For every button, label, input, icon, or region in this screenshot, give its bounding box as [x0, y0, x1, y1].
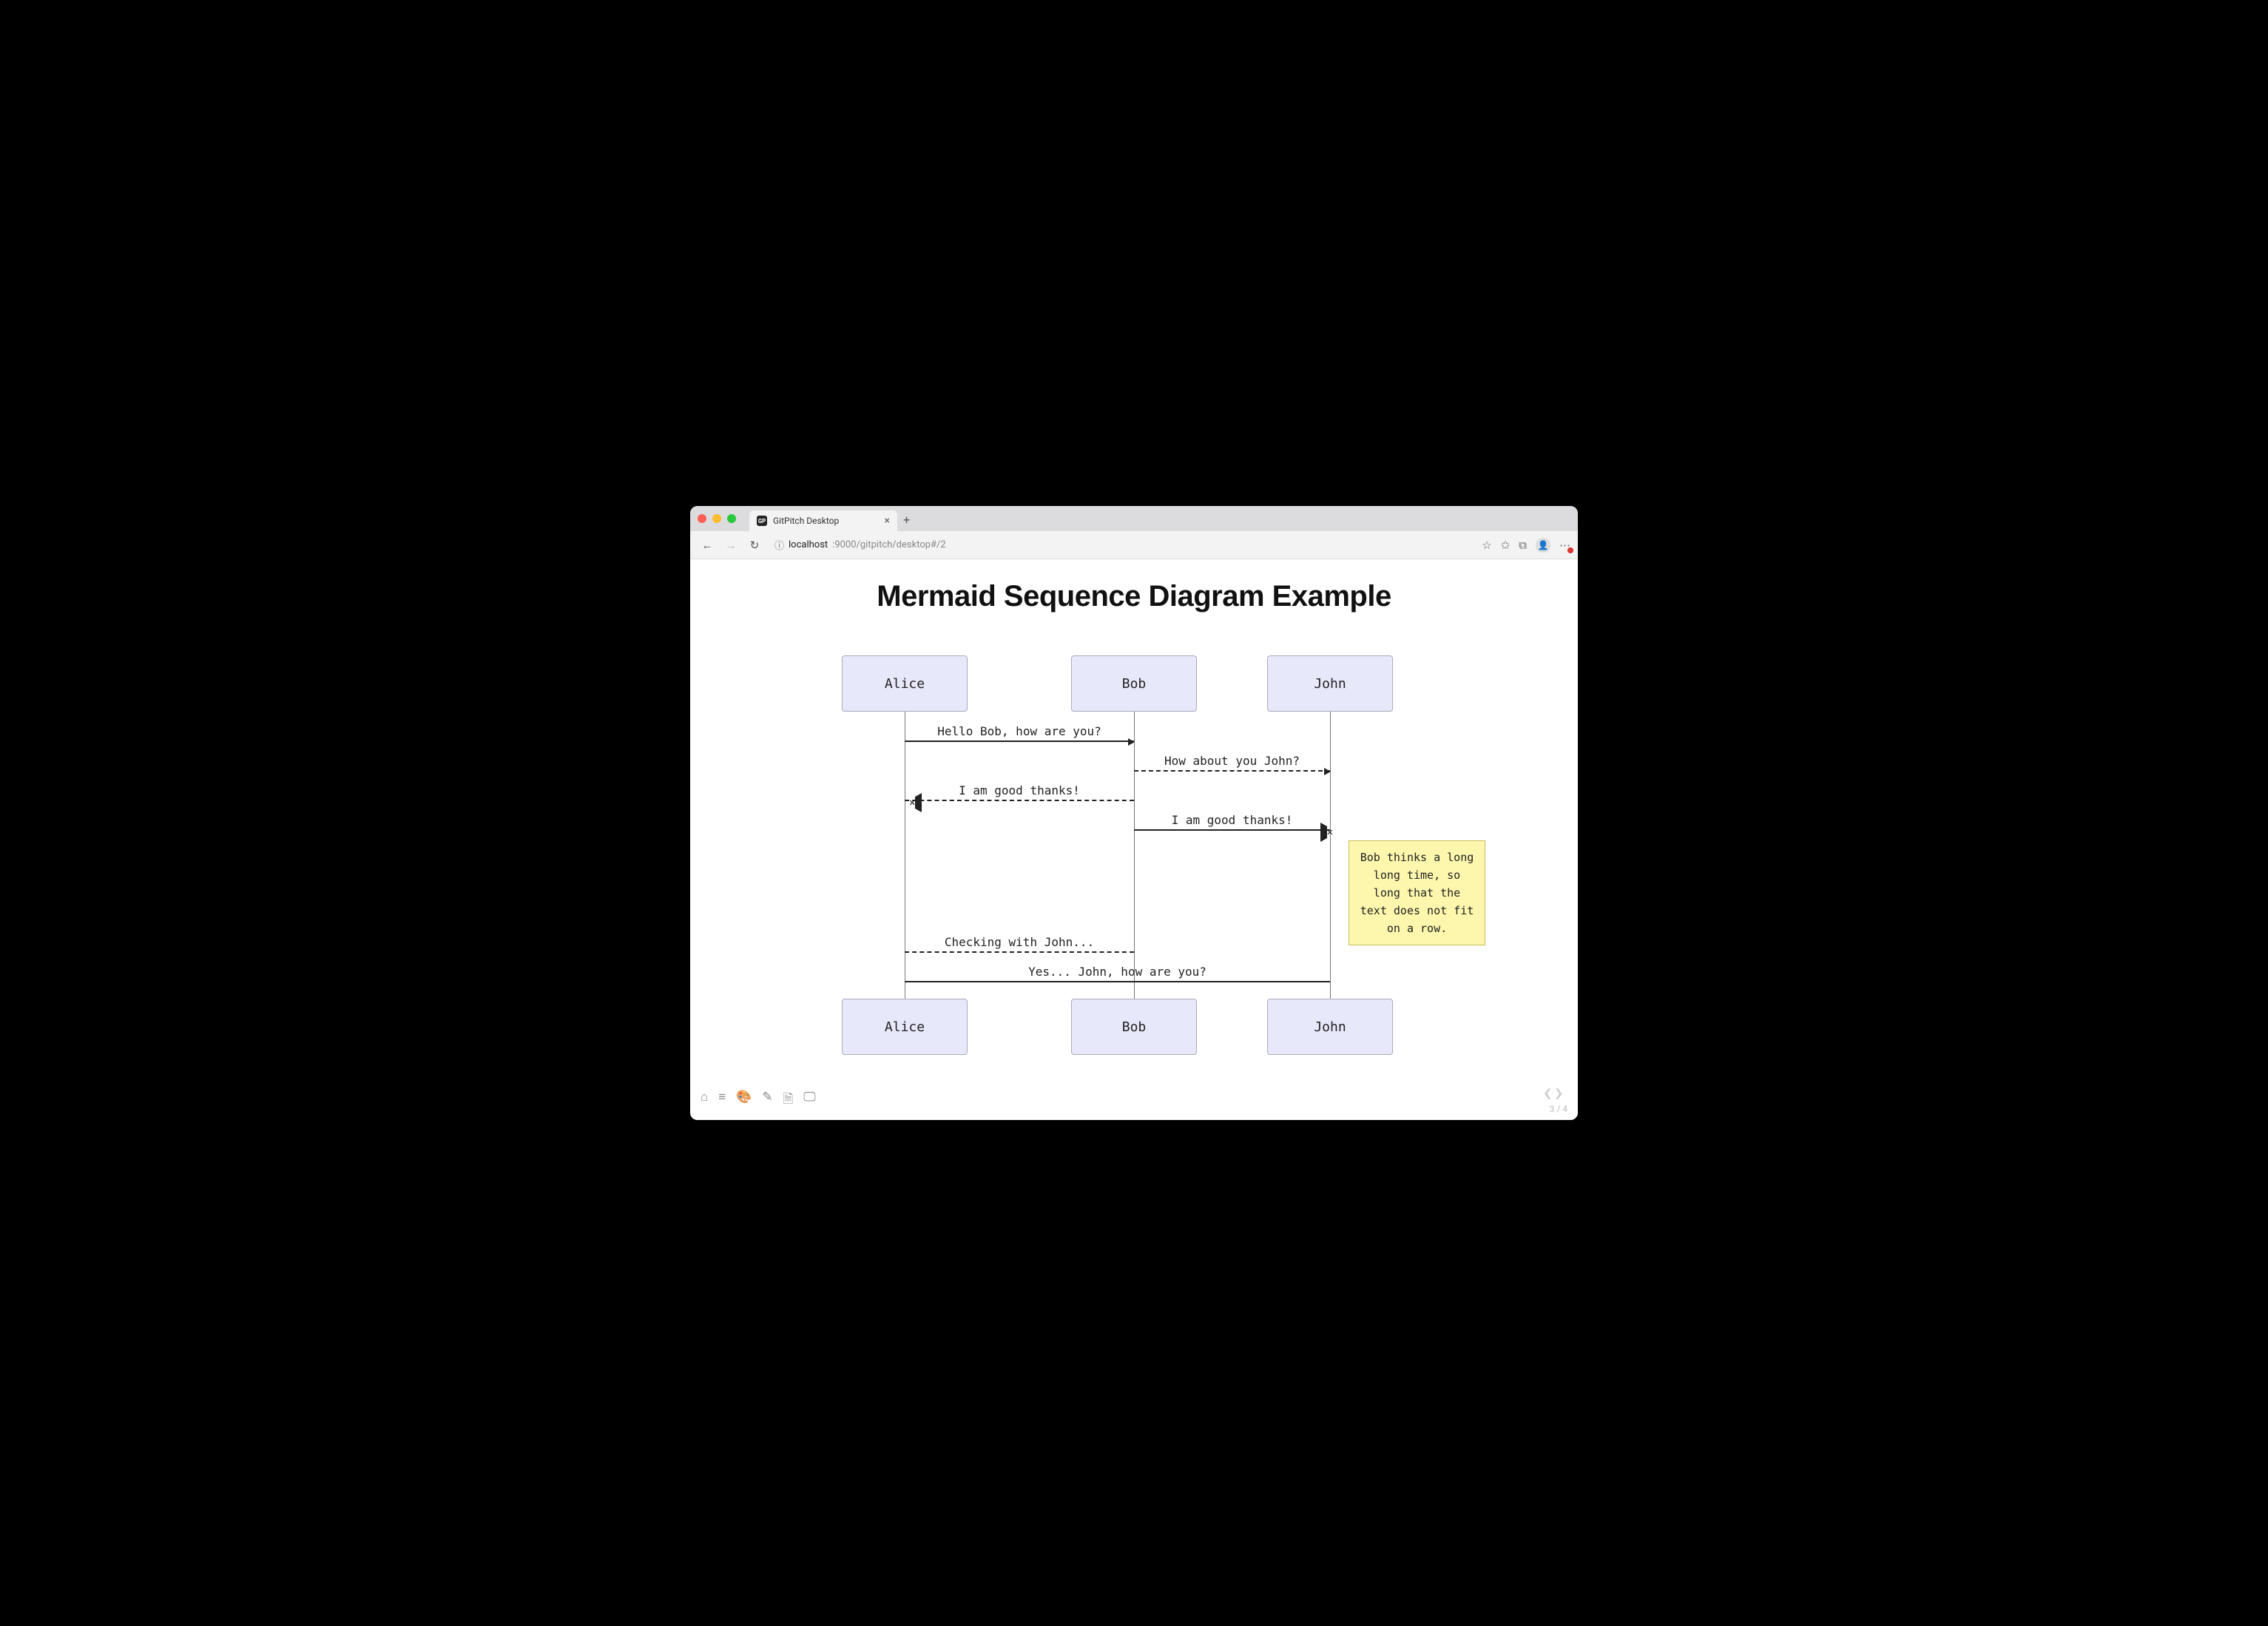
- msg-label: Checking with John...: [905, 935, 1134, 949]
- forward-button[interactable]: →: [721, 539, 740, 552]
- url-host: localhost: [789, 539, 828, 550]
- menu-icon[interactable]: ≡: [718, 1090, 726, 1111]
- window-minimize-button[interactable]: [712, 514, 721, 523]
- home-icon[interactable]: ⌂: [701, 1090, 708, 1111]
- window-zoom-button[interactable]: [727, 514, 736, 523]
- pdf-icon[interactable]: 🗎: [783, 1090, 794, 1111]
- sequence-diagram: Alice Bob John Hello Bob, how are you? H…: [801, 655, 1467, 1070]
- collections-icon[interactable]: ⧉: [1519, 539, 1527, 552]
- presentation-toolbar: ⌂ ≡ 🎨 ✎ 🗎 🖵: [701, 1090, 816, 1111]
- slide-content: Mermaid Sequence Diagram Example Alice B…: [690, 559, 1578, 1120]
- palette-icon[interactable]: 🎨: [736, 1090, 752, 1111]
- tab-close-icon[interactable]: ×: [885, 515, 890, 527]
- actor-alice-top: Alice: [842, 655, 968, 712]
- window-close-button[interactable]: [698, 514, 706, 523]
- tab-bar: GP GitPitch Desktop × +: [690, 506, 1578, 531]
- desktop-icon[interactable]: 🖵: [803, 1090, 815, 1111]
- msg-label: I am good thanks!: [1134, 813, 1330, 827]
- slide-title: Mermaid Sequence Diagram Example: [690, 580, 1578, 613]
- reload-button[interactable]: ↻: [745, 539, 764, 552]
- actor-bob-top: Bob: [1071, 655, 1197, 712]
- new-tab-button[interactable]: +: [903, 513, 910, 527]
- back-button[interactable]: ←: [698, 539, 717, 552]
- actor-bob-bottom: Bob: [1071, 999, 1197, 1055]
- msg-label: Hello Bob, how are you?: [905, 724, 1134, 738]
- pencil-icon[interactable]: ✎: [762, 1090, 772, 1111]
- url-field[interactable]: ⓘ localhost :9000/gitpitch/desktop#/2: [769, 536, 1477, 555]
- site-info-icon[interactable]: ⓘ: [774, 538, 784, 552]
- url-path: :9000/gitpitch/desktop#/2: [832, 539, 946, 550]
- actor-alice-bottom: Alice: [842, 999, 968, 1055]
- msg-label: Yes... John, how are you?: [905, 965, 1330, 979]
- window-controls: [698, 514, 736, 523]
- slide-nav: ‹ ›: [1543, 1079, 1563, 1107]
- next-slide-button[interactable]: ›: [1555, 1079, 1563, 1107]
- actor-john-top: John: [1267, 655, 1393, 712]
- address-bar: ← → ↻ ⓘ localhost :9000/gitpitch/desktop#…: [690, 531, 1578, 559]
- favorites-icon[interactable]: ✩: [1501, 539, 1511, 552]
- tab-favicon: GP: [757, 516, 767, 526]
- msg-label: How about you John?: [1134, 754, 1330, 768]
- browser-tab[interactable]: GP GitPitch Desktop ×: [749, 510, 897, 531]
- profile-avatar[interactable]: 👤: [1536, 538, 1550, 553]
- browser-window: GP GitPitch Desktop × + ← → ↻ ⓘ localhos…: [690, 506, 1578, 1120]
- prev-slide-button[interactable]: ‹: [1543, 1079, 1551, 1107]
- page-indicator: 3 / 4: [1550, 1104, 1567, 1114]
- tab-title: GitPitch Desktop: [773, 516, 879, 526]
- lifeline-john: [1330, 712, 1331, 999]
- star-outline-icon[interactable]: ☆: [1482, 539, 1491, 552]
- more-menu-icon[interactable]: ⋯: [1559, 539, 1570, 552]
- actor-john-bottom: John: [1267, 999, 1393, 1055]
- msg-label: I am good thanks!: [905, 783, 1134, 797]
- toolbar-right: ☆ ✩ ⧉ 👤 ⋯: [1482, 538, 1570, 553]
- note-bob-thinks: Bob thinks a long long time, so long tha…: [1349, 840, 1485, 945]
